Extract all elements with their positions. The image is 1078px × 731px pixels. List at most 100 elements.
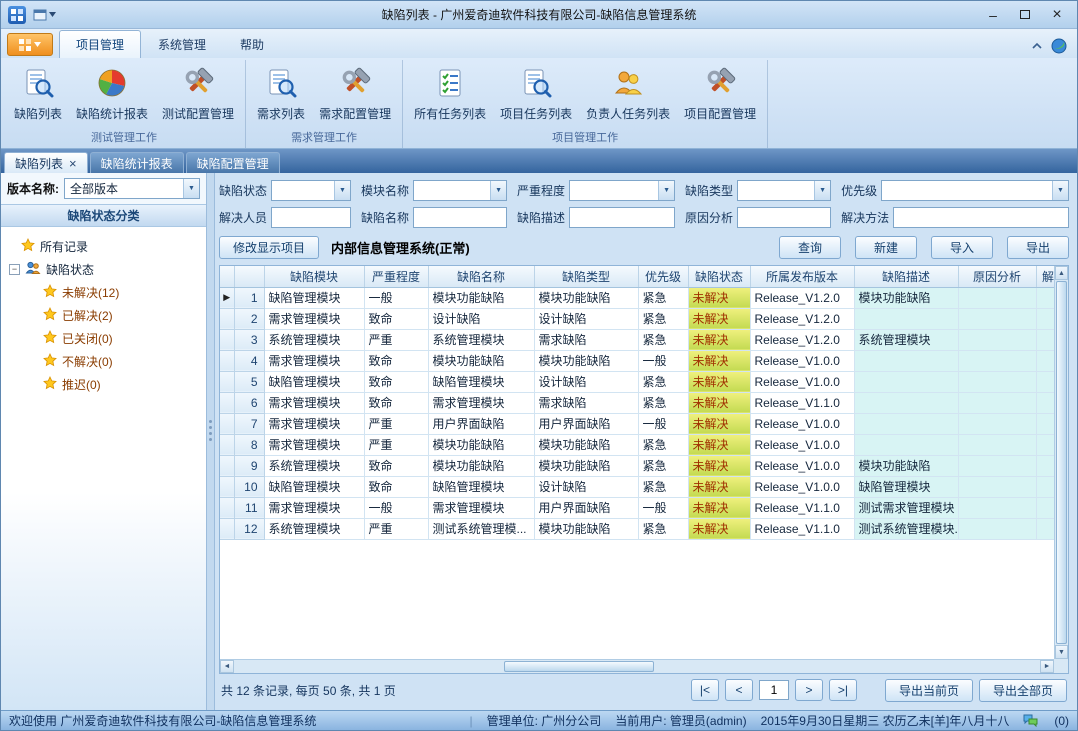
table-row[interactable]: 7需求管理模块严重用户界面缺陷用户界面缺陷一般未解决Release_V1.0.0 bbox=[220, 413, 1054, 434]
column-header[interactable]: 缺陷类型 bbox=[534, 266, 638, 287]
ribbon-item-test-config[interactable]: 测试配置管理 bbox=[155, 64, 241, 125]
import-button[interactable]: 导入 bbox=[931, 236, 993, 259]
chevron-down-icon[interactable]: ▼ bbox=[490, 181, 506, 200]
collapse-ribbon-icon[interactable] bbox=[1031, 42, 1043, 50]
version-select[interactable]: 全部版本 ▼ bbox=[64, 178, 200, 199]
table-row[interactable]: 8需求管理模块严重模块功能缺陷模块功能缺陷紧急未解决Release_V1.0.0 bbox=[220, 434, 1054, 455]
doc-tab-defect-report[interactable]: 缺陷统计报表 bbox=[90, 152, 184, 173]
column-header[interactable]: 严重程度 bbox=[364, 266, 428, 287]
ribbon-item-project-task-list[interactable]: 项目任务列表 bbox=[493, 64, 579, 125]
defect-name-input[interactable] bbox=[414, 211, 506, 225]
table-row[interactable]: 9系统管理模块致命模块功能缺陷模块功能缺陷紧急未解决Release_V1.0.0… bbox=[220, 455, 1054, 476]
chevron-down-icon[interactable]: ▼ bbox=[334, 181, 350, 200]
minimize-button[interactable]: – bbox=[977, 4, 1009, 26]
skin-icon[interactable] bbox=[1051, 38, 1067, 54]
scroll-right-icon[interactable]: ► bbox=[1040, 660, 1054, 673]
filter-input-solution[interactable] bbox=[893, 207, 1069, 228]
table-row[interactable]: 11需求管理模块一般需求管理模块用户界面缺陷一般未解决Release_V1.1.… bbox=[220, 497, 1054, 518]
column-header[interactable]: 解决方法 bbox=[1036, 266, 1054, 287]
priority-input[interactable] bbox=[882, 184, 1052, 198]
filter-input-defect-name[interactable] bbox=[413, 207, 507, 228]
horizontal-scroll-thumb[interactable] bbox=[504, 661, 654, 672]
export-current-page-button[interactable]: 导出当前页 bbox=[885, 679, 973, 702]
chevron-down-icon[interactable]: ▼ bbox=[1052, 181, 1068, 200]
column-header[interactable]: 缺陷状态 bbox=[688, 266, 750, 287]
maximize-button[interactable] bbox=[1009, 4, 1041, 26]
table-row[interactable]: 10缺陷管理模块致命缺陷管理模块设计缺陷紧急未解决Release_V1.0.0缺… bbox=[220, 476, 1054, 497]
ribbon-item-defect-list[interactable]: 缺陷列表 bbox=[7, 64, 69, 125]
quick-access-toolbar-icon[interactable] bbox=[29, 7, 60, 23]
column-header[interactable]: 缺陷描述 bbox=[854, 266, 958, 287]
filter-select-module-name[interactable]: ▼ bbox=[413, 180, 507, 201]
table-row[interactable]: 12系统管理模块严重测试系统管理模...模块功能缺陷紧急未解决Release_V… bbox=[220, 518, 1054, 539]
tree-item-postponed[interactable]: 推迟(0) bbox=[5, 373, 202, 396]
doc-tab-defect-config[interactable]: 缺陷配置管理 bbox=[186, 152, 280, 173]
page-number-input[interactable] bbox=[759, 680, 789, 700]
vertical-scrollbar[interactable]: ▲ ▼ bbox=[1054, 266, 1068, 659]
cause-analysis-input[interactable] bbox=[738, 211, 830, 225]
filter-input-resolver[interactable] bbox=[271, 207, 351, 228]
app-menu-button[interactable] bbox=[7, 33, 53, 56]
menu-tab-system-management[interactable]: 系统管理 bbox=[141, 30, 223, 58]
close-button[interactable]: × bbox=[1041, 4, 1073, 26]
column-header[interactable]: 缺陷名称 bbox=[428, 266, 534, 287]
table-row[interactable]: 5缺陷管理模块致命缺陷管理模块设计缺陷紧急未解决Release_V1.0.0 bbox=[220, 371, 1054, 392]
chevron-down-icon[interactable]: ▼ bbox=[183, 179, 199, 198]
defect-status-input[interactable] bbox=[272, 184, 334, 198]
first-page-button[interactable]: |< bbox=[691, 679, 719, 701]
filter-input-defect-desc[interactable] bbox=[569, 207, 675, 228]
scroll-up-icon[interactable]: ▲ bbox=[1055, 266, 1068, 280]
chevron-down-icon[interactable]: ▼ bbox=[814, 181, 830, 200]
tree-item-resolved[interactable]: 已解决(2) bbox=[5, 304, 202, 327]
new-button[interactable]: 新建 bbox=[855, 236, 917, 259]
filter-select-severity[interactable]: ▼ bbox=[569, 180, 675, 201]
filter-select-defect-type[interactable]: ▼ bbox=[737, 180, 831, 201]
close-tab-icon[interactable]: × bbox=[69, 157, 77, 170]
splitter[interactable] bbox=[207, 173, 215, 710]
ribbon-item-requirement-list[interactable]: 需求列表 bbox=[250, 64, 312, 125]
defect-type-input[interactable] bbox=[738, 184, 814, 198]
ribbon-item-defect-report[interactable]: 缺陷统计报表 bbox=[69, 64, 155, 125]
menu-tab-project-management[interactable]: 项目管理 bbox=[59, 30, 141, 58]
table-row[interactable]: ▶1缺陷管理模块一般模块功能缺陷模块功能缺陷紧急未解决Release_V1.2.… bbox=[220, 287, 1054, 308]
scroll-left-icon[interactable]: ◄ bbox=[220, 660, 234, 673]
doc-tab-defect-list[interactable]: 缺陷列表× bbox=[4, 152, 88, 173]
filter-input-cause-analysis[interactable] bbox=[737, 207, 831, 228]
ribbon-item-all-task-list[interactable]: 所有任务列表 bbox=[407, 64, 493, 125]
prev-page-button[interactable]: < bbox=[725, 679, 753, 701]
ribbon-item-owner-task-list[interactable]: 负责人任务列表 bbox=[579, 64, 677, 125]
next-page-button[interactable]: > bbox=[795, 679, 823, 701]
tree-item-defect-status[interactable]: −缺陷状态 bbox=[5, 258, 202, 281]
solution-input[interactable] bbox=[894, 211, 1068, 225]
tree-item-all-records[interactable]: 所有记录 bbox=[5, 235, 202, 258]
app-icon[interactable] bbox=[8, 6, 26, 24]
scroll-down-icon[interactable]: ▼ bbox=[1055, 645, 1068, 659]
tree-expander-icon[interactable]: − bbox=[9, 264, 20, 275]
column-header[interactable]: 原因分析 bbox=[958, 266, 1036, 287]
vertical-scroll-thumb[interactable] bbox=[1056, 281, 1067, 644]
filter-select-defect-status[interactable]: ▼ bbox=[271, 180, 351, 201]
defect-desc-input[interactable] bbox=[570, 211, 674, 225]
table-row[interactable]: 3系统管理模块严重系统管理模块需求缺陷紧急未解决Release_V1.2.0系统… bbox=[220, 329, 1054, 350]
menu-tab-help[interactable]: 帮助 bbox=[223, 30, 281, 58]
column-header[interactable]: 优先级 bbox=[638, 266, 688, 287]
ribbon-item-requirement-config[interactable]: 需求配置管理 bbox=[312, 64, 398, 125]
module-name-input[interactable] bbox=[414, 184, 490, 198]
severity-input[interactable] bbox=[570, 184, 658, 198]
table-row[interactable]: 2需求管理模块致命设计缺陷设计缺陷紧急未解决Release_V1.2.0 bbox=[220, 308, 1054, 329]
tree-item-wontfix[interactable]: 不解决(0) bbox=[5, 350, 202, 373]
table-row[interactable]: 6需求管理模块致命需求管理模块需求缺陷紧急未解决Release_V1.1.0 bbox=[220, 392, 1054, 413]
horizontal-scrollbar[interactable]: ◄ ► bbox=[220, 659, 1054, 673]
export-all-pages-button[interactable]: 导出全部页 bbox=[979, 679, 1067, 702]
messages-icon[interactable] bbox=[1023, 714, 1038, 727]
filter-select-priority[interactable]: ▼ bbox=[881, 180, 1069, 201]
modify-display-items-button[interactable]: 修改显示项目 bbox=[219, 236, 319, 259]
query-button[interactable]: 查询 bbox=[779, 236, 841, 259]
resolver-input[interactable] bbox=[272, 211, 350, 225]
tree-item-closed[interactable]: 已关闭(0) bbox=[5, 327, 202, 350]
column-header[interactable]: 所属发布版本 bbox=[750, 266, 854, 287]
last-page-button[interactable]: >| bbox=[829, 679, 857, 701]
column-header[interactable]: 缺陷模块 bbox=[264, 266, 364, 287]
ribbon-item-project-config[interactable]: 项目配置管理 bbox=[677, 64, 763, 125]
table-row[interactable]: 4需求管理模块致命模块功能缺陷模块功能缺陷一般未解决Release_V1.0.0 bbox=[220, 350, 1054, 371]
